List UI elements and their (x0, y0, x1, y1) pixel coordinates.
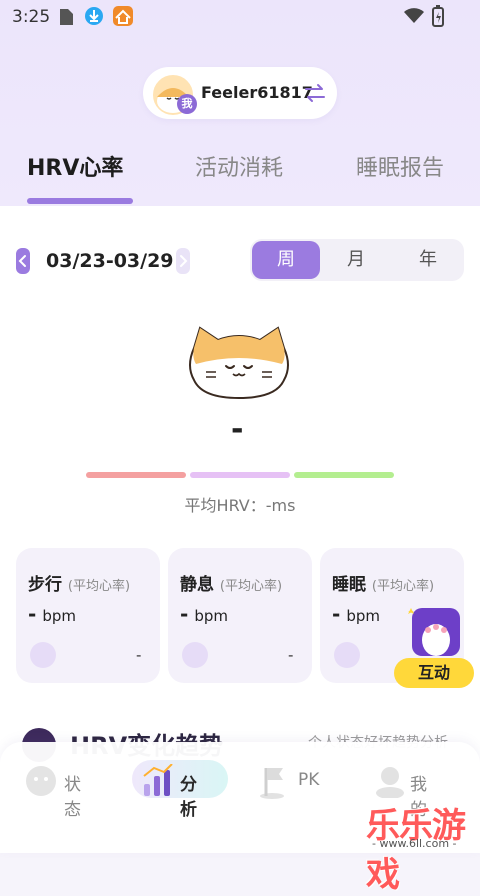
stat-value: - bpm (332, 602, 380, 626)
date-range: 03/23-03/29 (46, 250, 174, 272)
range-bar-high (294, 472, 394, 478)
stat-unit: bpm (346, 607, 380, 625)
heart-bubble-icon (182, 642, 208, 668)
analysis-bars-icon (143, 764, 173, 796)
nav-label: PK (298, 770, 320, 790)
wifi-icon (404, 8, 424, 23)
tab-hrv[interactable]: HRV心率 (27, 150, 123, 182)
period-year[interactable]: 年 (394, 241, 462, 279)
watermark-url: - www.6ll.com - (372, 837, 457, 850)
status-bar: 3:25 (0, 0, 480, 34)
me-badge: 我 (177, 94, 197, 114)
stat-title: 步行 (平均心率) (28, 570, 130, 595)
range-bars (86, 472, 394, 480)
status-time: 3:25 (12, 7, 51, 27)
hrv-value: - (231, 412, 244, 447)
tab-activity[interactable]: 活动消耗 (195, 150, 283, 182)
stat-number: - (332, 602, 341, 626)
avg-hrv-label: 平均HRV：-ms (184, 496, 296, 515)
stat-card-walking[interactable]: 步行 (平均心率) - bpm - (16, 548, 160, 683)
stat-value: - bpm (180, 602, 228, 626)
nav-label: 分析 (180, 775, 197, 820)
stat-trend: - (288, 646, 294, 664)
username: Feeler61817 (201, 83, 313, 102)
date-selector: 03/23-03/29 周 月 年 (16, 239, 464, 281)
tab-bar: HRV心率 活动消耗 睡眠报告 (0, 140, 480, 206)
nav-label: 状态 (64, 775, 81, 820)
stat-number: - (180, 602, 189, 626)
download-icon (85, 7, 103, 25)
sleeping-cat-illustration (189, 326, 289, 400)
stat-trend: - (136, 646, 142, 664)
sim-card-icon (60, 9, 73, 25)
stat-title-text: 步行 (28, 575, 62, 595)
app-notification-icon (113, 6, 133, 26)
tab-sleep[interactable]: 睡眠报告 (356, 150, 444, 182)
range-bar-mid (190, 472, 290, 478)
battery-icon (432, 5, 444, 27)
stat-title-text: 静息 (180, 575, 214, 595)
stat-title-text: 睡眠 (332, 575, 366, 595)
stat-number: - (28, 602, 37, 626)
stat-subtitle: (平均心率) (371, 579, 435, 594)
stat-subtitle: (平均心率) (67, 579, 131, 594)
period-month[interactable]: 月 (322, 241, 390, 279)
stat-value: - bpm (28, 602, 76, 626)
ghost-status-icon (26, 766, 56, 796)
user-switcher[interactable]: 我 Feeler61817 (143, 67, 337, 119)
range-bar-low (86, 472, 186, 478)
stat-title: 睡眠 (平均心率) (332, 570, 434, 595)
period-toggle: 周 月 年 (250, 239, 464, 281)
profile-icon (376, 767, 404, 798)
stat-unit: bpm (42, 607, 76, 625)
interact-button[interactable]: 互动 (394, 658, 474, 688)
flag-pk-icon (260, 768, 284, 799)
period-week[interactable]: 周 (252, 241, 320, 279)
prev-week-button[interactable] (16, 248, 30, 274)
heart-bubble-icon (334, 642, 360, 668)
swap-icon[interactable] (303, 81, 327, 105)
next-week-button[interactable] (176, 248, 190, 274)
tab-active-indicator (27, 198, 133, 204)
heart-bubble-icon (30, 642, 56, 668)
stat-unit: bpm (194, 607, 228, 625)
stat-subtitle: (平均心率) (219, 579, 283, 594)
stat-card-resting[interactable]: 静息 (平均心率) - bpm - (168, 548, 312, 683)
interact-widget[interactable]: 互动 (392, 600, 476, 692)
cat-paw-icon (408, 608, 460, 656)
stat-title: 静息 (平均心率) (180, 570, 282, 595)
